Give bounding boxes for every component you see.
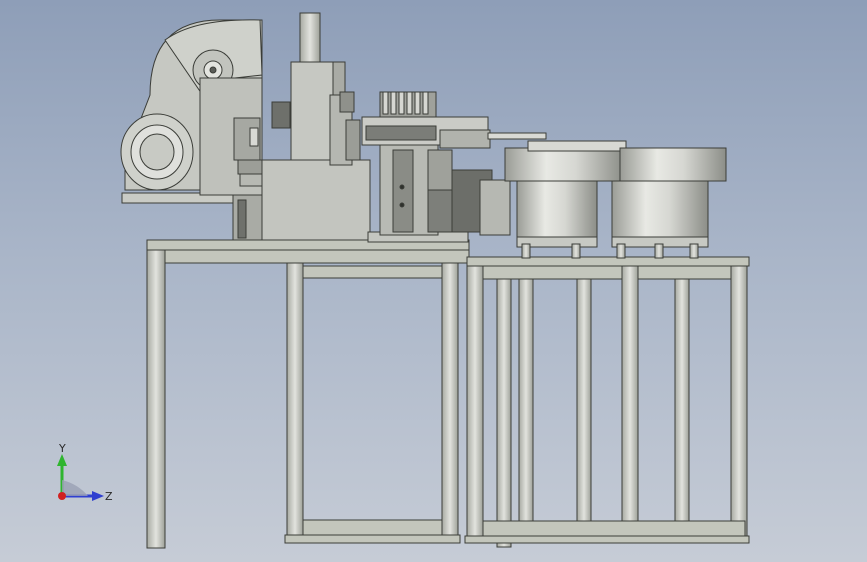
table-top-right — [466, 256, 750, 267]
y-axis-arrow — [57, 454, 67, 466]
frame-beam — [302, 519, 443, 538]
valve-block — [271, 101, 291, 129]
actuator-arm — [439, 129, 491, 149]
frame-leg — [496, 278, 512, 548]
frame-beam — [302, 265, 443, 279]
z-axis-arrow — [92, 491, 104, 501]
x-axis-dot — [58, 492, 66, 500]
tower-plate — [261, 159, 371, 241]
bowl-left-rim — [504, 147, 624, 182]
flywheel-hub — [139, 133, 175, 171]
tower-slot — [339, 91, 355, 113]
frame-leg — [674, 278, 690, 522]
frame-foot — [284, 534, 461, 544]
z-axis-label: Z — [105, 490, 113, 503]
press-guide — [249, 127, 259, 147]
frame-leg — [146, 249, 166, 549]
frame-leg — [576, 278, 592, 522]
jaw-block — [427, 149, 453, 191]
y-axis-label: Y — [58, 442, 66, 455]
table-rail-right — [482, 265, 746, 280]
frame-leg — [621, 265, 639, 543]
frame-leg — [466, 265, 484, 543]
triad-plane — [62, 480, 88, 496]
tower-rod — [299, 12, 321, 64]
bowl-left-top — [527, 140, 627, 152]
actuator-rod — [487, 132, 547, 140]
machine-frame — [146, 239, 750, 549]
machine-model-3d-view[interactable] — [0, 0, 867, 562]
valve-block — [345, 119, 361, 161]
jaw-block — [427, 189, 453, 233]
axis-triad: Y Z — [57, 442, 113, 503]
frame-leg — [441, 262, 459, 544]
station-right-block — [479, 179, 511, 236]
bowl-left-body — [516, 180, 598, 244]
frame-foot — [464, 535, 750, 544]
slide-carriage — [365, 125, 437, 141]
frame-leg — [730, 265, 748, 543]
table-rail-left — [164, 249, 470, 264]
crank-pin — [209, 66, 217, 74]
feeder-tower — [261, 12, 371, 241]
bowl-right-rim — [619, 147, 727, 182]
cad-viewport[interactable]: Y Z — [0, 0, 867, 562]
frame-beam — [482, 520, 746, 538]
bolt — [399, 202, 405, 208]
bowl-feeders — [504, 140, 727, 259]
station-plate-dark — [392, 149, 414, 233]
bowl-right-body — [611, 180, 709, 244]
press-column-dark — [237, 199, 247, 239]
frame-leg — [286, 262, 304, 544]
frame-leg — [518, 278, 534, 522]
bolt — [399, 184, 405, 190]
